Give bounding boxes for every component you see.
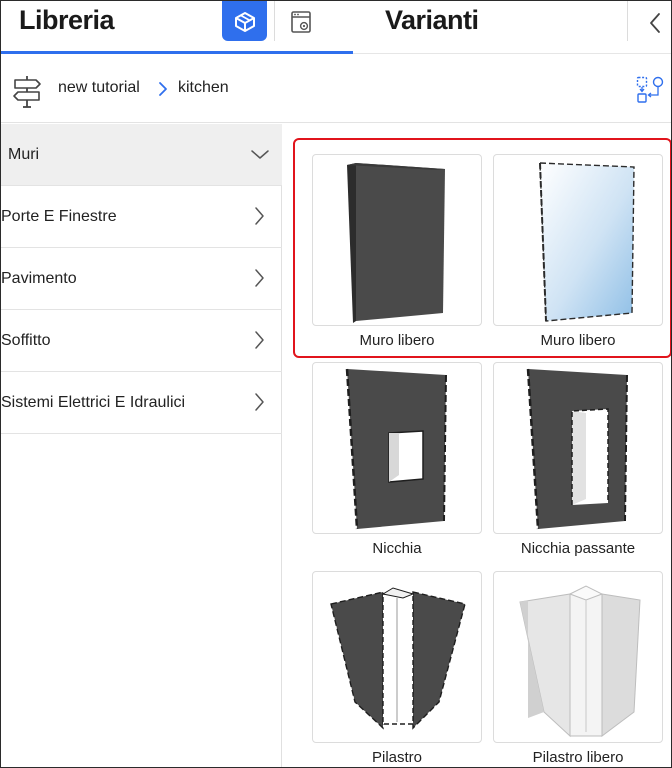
panel-title: Libreria: [19, 5, 115, 35]
variants-tab-button[interactable]: [281, 3, 321, 41]
breadcrumb-item-project[interactable]: new tutorial: [58, 79, 140, 97]
item-label: Nicchia passante: [520, 540, 636, 557]
category-label: Muri: [8, 146, 40, 163]
category-label: Soffitto: [1, 332, 51, 349]
niche-preview-icon: [345, 368, 447, 530]
header-divider: [627, 1, 628, 41]
swap-icon[interactable]: [635, 75, 665, 105]
breadcrumb-item-room[interactable]: kitchen: [178, 79, 229, 97]
window-settings-icon: [291, 11, 311, 33]
item-card-pilastro-libero[interactable]: [493, 571, 663, 743]
chevron-right-icon: [255, 331, 264, 349]
category-label: Sistemi Elettrici E Idraulici: [1, 394, 186, 411]
chevron-right-icon: [255, 207, 264, 225]
selection-highlight: [293, 138, 671, 358]
category-item-soffitto[interactable]: Soffitto: [1, 310, 282, 372]
chevron-right-icon: [255, 269, 264, 287]
item-label: Pilastro: [371, 749, 423, 766]
chevron-right-icon: [159, 82, 167, 96]
box-icon: [234, 12, 255, 32]
variants-title: Varianti: [385, 5, 479, 35]
breadcrumb: new tutorial kitchen: [1, 57, 671, 123]
library-panel: Libreria Varianti new tutorial kitchen M…: [0, 0, 672, 768]
tab-divider: [274, 1, 275, 41]
category-label: Porte E Finestre: [1, 208, 117, 225]
collapse-panel-button[interactable]: [641, 5, 671, 41]
library-tab-button[interactable]: [222, 1, 267, 41]
item-card-pilastro[interactable]: [312, 571, 482, 743]
chevron-down-icon: [251, 150, 269, 159]
item-grid: Muro libero Muro libero Nicchia Nicchia …: [283, 124, 671, 767]
category-item-sistemi[interactable]: Sistemi Elettrici E Idraulici: [1, 372, 282, 434]
category-item-pavimento[interactable]: Pavimento: [1, 248, 282, 310]
category-item-muri[interactable]: Muri: [1, 124, 282, 186]
item-card-nicchia[interactable]: [312, 362, 482, 534]
through-niche-preview-icon: [526, 368, 628, 530]
category-item-porte-finestre[interactable]: Porte E Finestre: [1, 186, 282, 248]
item-label: Nicchia: [372, 540, 422, 557]
signpost-icon[interactable]: [11, 73, 43, 109]
active-tab-indicator: [1, 51, 353, 54]
chevron-right-icon: [255, 393, 264, 411]
category-sidebar: Muri Porte E Finestre Pavimento Soffitto…: [1, 124, 282, 767]
header: Libreria Varianti: [1, 1, 671, 55]
pillar-preview-icon: [330, 587, 466, 730]
chevron-left-icon: [650, 13, 660, 33]
free-pillar-preview-icon: [519, 585, 641, 738]
category-label: Pavimento: [1, 270, 77, 287]
item-label: Pilastro libero: [532, 749, 624, 766]
item-card-nicchia-passante[interactable]: [493, 362, 663, 534]
